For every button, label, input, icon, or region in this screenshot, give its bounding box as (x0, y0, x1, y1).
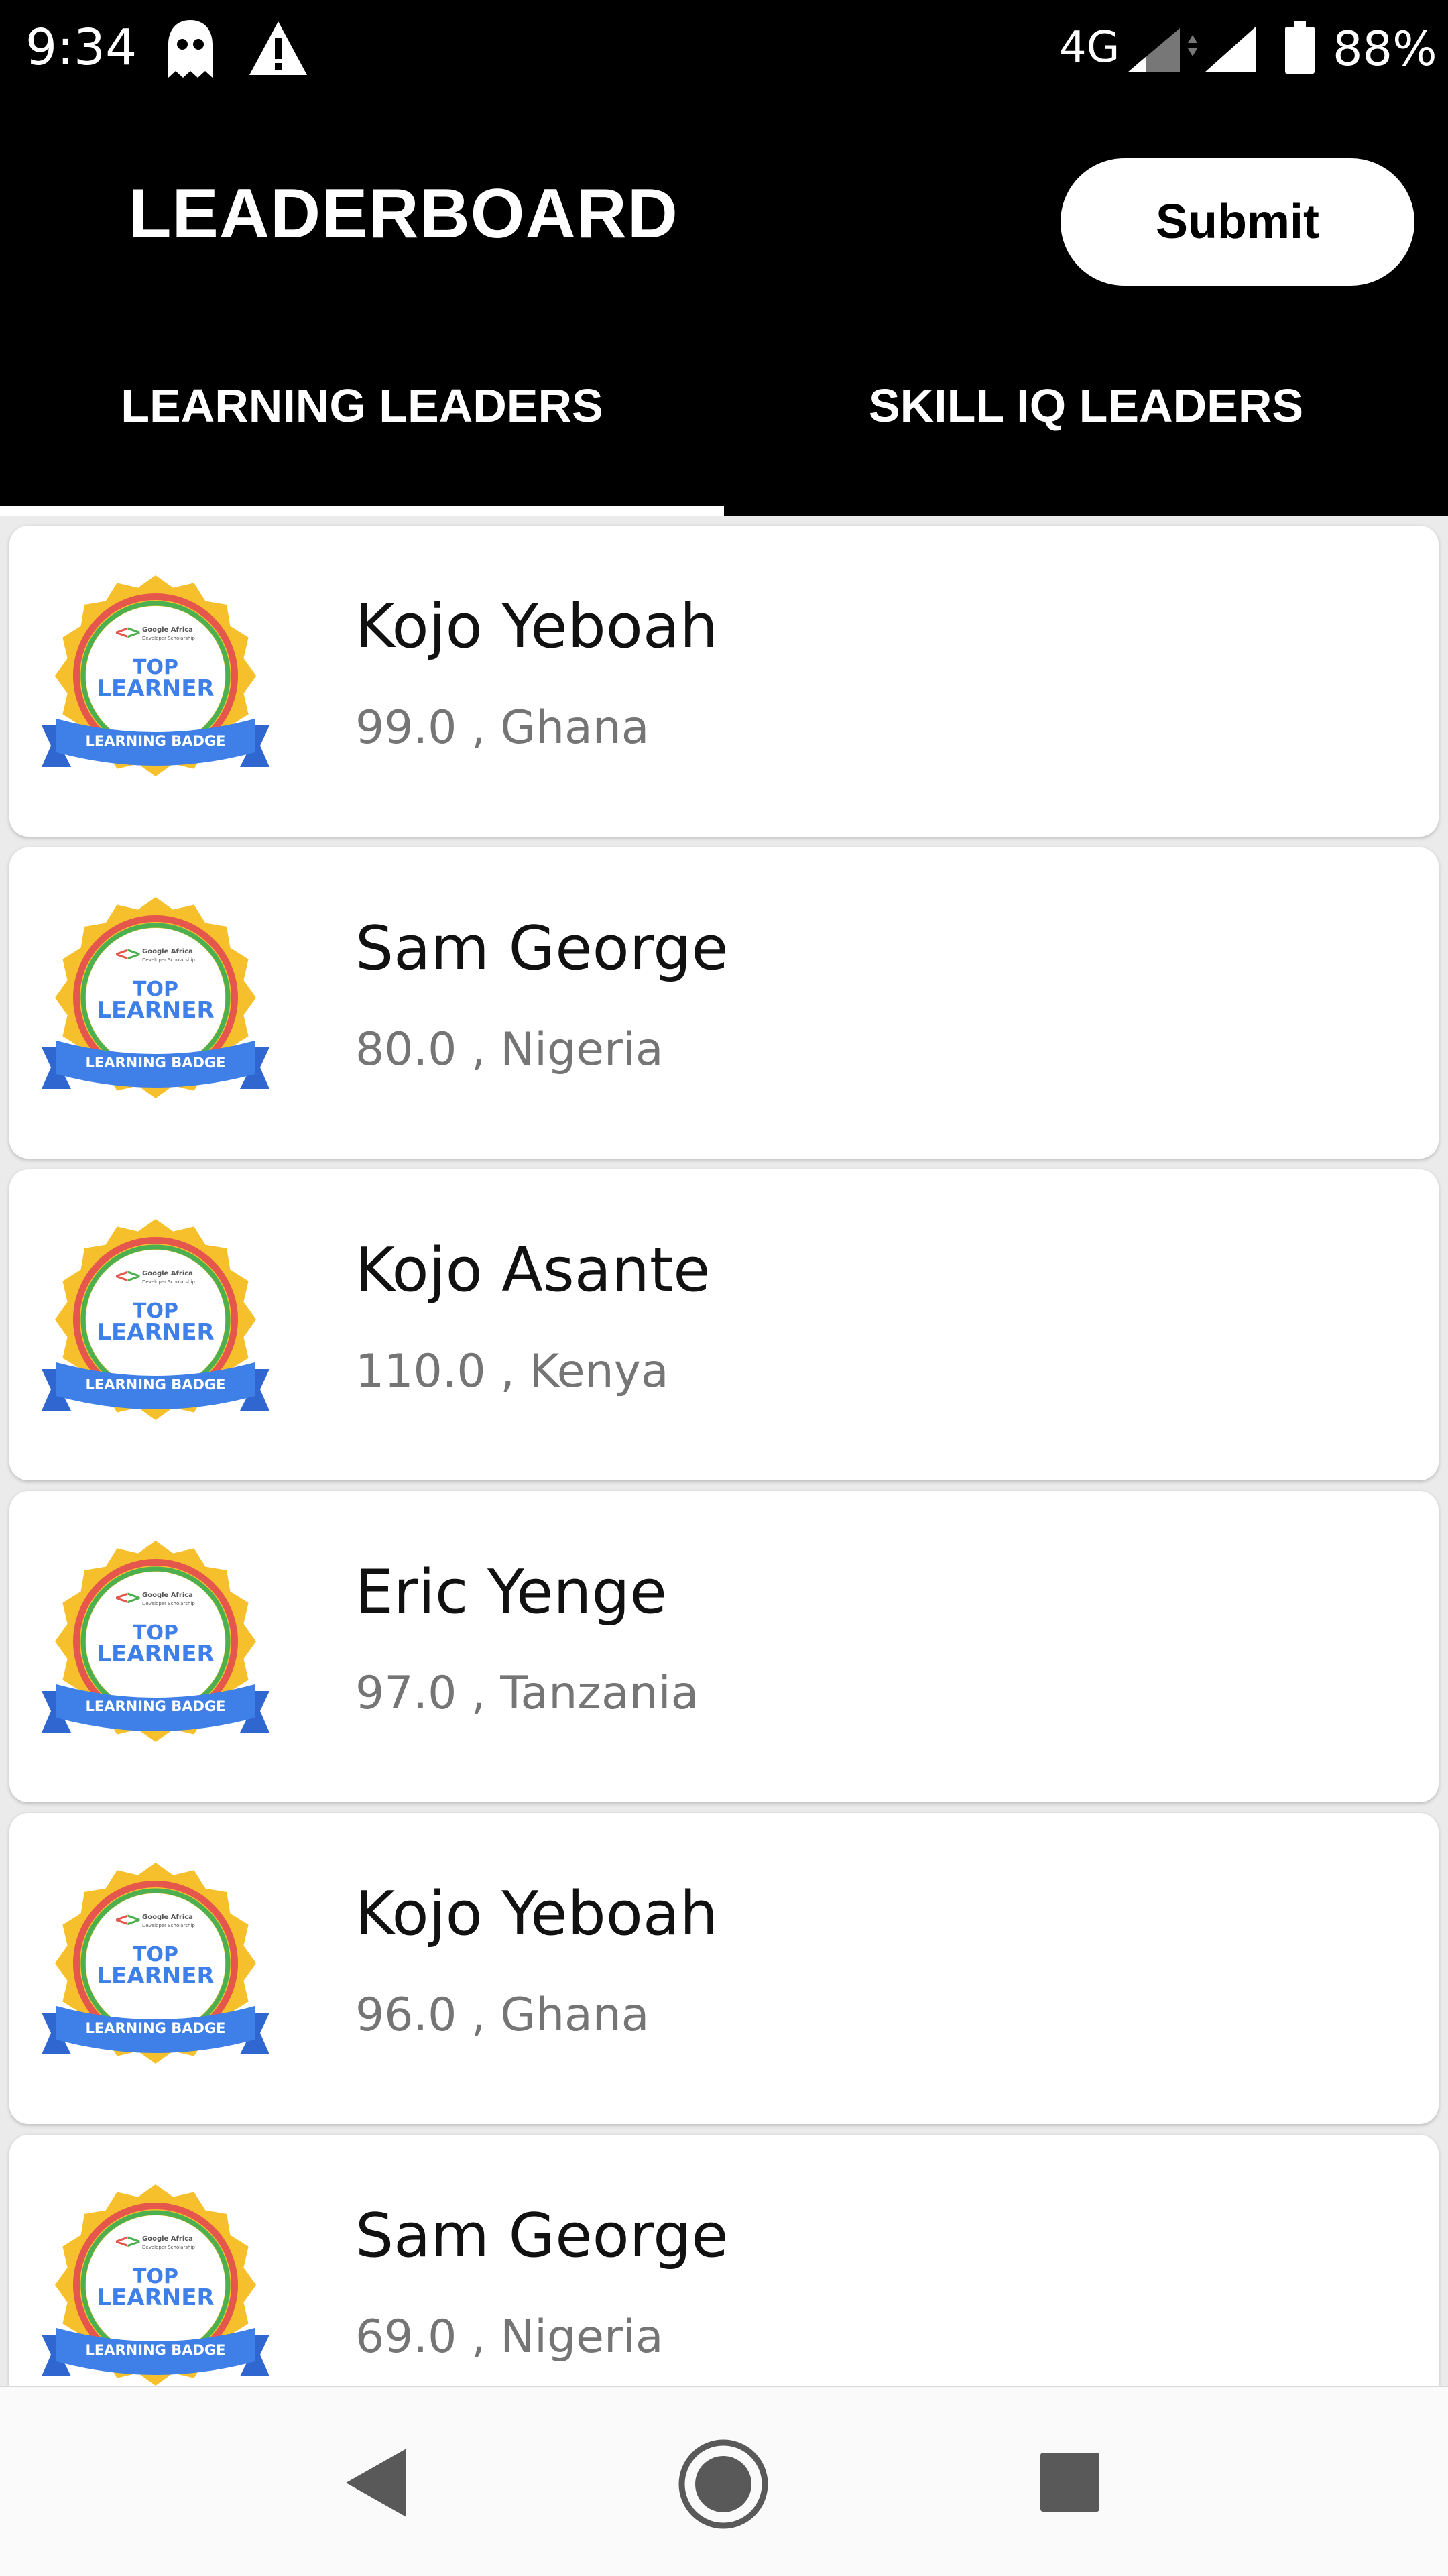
svg-text:LEARNING BADGE: LEARNING BADGE (86, 2342, 226, 2358)
navigation-bar (0, 2386, 1448, 2576)
cell-signal-icon (1128, 28, 1197, 72)
leader-card[interactable]: < > Google Africa Developer Scholarship … (9, 526, 1439, 837)
svg-text:LEARNER: LEARNER (97, 997, 214, 1024)
leader-card[interactable]: < > Google Africa Developer Scholarship … (9, 1491, 1439, 1802)
svg-text:Developer Scholarship: Developer Scholarship (142, 2245, 195, 2250)
ghost-icon (168, 20, 213, 78)
leader-score-country: 80.0 , Nigeria (355, 1023, 664, 1076)
warning-icon (249, 21, 307, 75)
tab-indicator (0, 506, 724, 516)
svg-text:Google Africa: Google Africa (142, 948, 193, 955)
svg-text:LEARNER: LEARNER (97, 1641, 214, 1667)
svg-text:LEARNING BADGE: LEARNING BADGE (86, 733, 226, 749)
leader-score-country: 99.0 , Ghana (355, 701, 650, 754)
battery-percent: 88% (1333, 21, 1437, 76)
leader-score-country: 69.0 , Nigeria (355, 2310, 664, 2363)
svg-text:LEARNER: LEARNER (97, 1319, 214, 1346)
top-learner-badge-icon: < > Google Africa Developer Scholarship … (42, 2184, 269, 2386)
leader-name: Sam George (355, 913, 729, 984)
svg-text:>: > (126, 1586, 141, 1608)
tab-skill-iq-leaders[interactable]: SKILL IQ LEADERS (724, 339, 1448, 473)
svg-text:Developer Scholarship: Developer Scholarship (142, 957, 195, 963)
svg-text:Developer Scholarship: Developer Scholarship (142, 1601, 195, 1606)
leader-score-country: 96.0 , Ghana (355, 1989, 650, 2042)
top-learner-badge-icon: < > Google Africa Developer Scholarship … (42, 1863, 269, 2064)
top-learner-badge-icon: < > Google Africa Developer Scholarship … (42, 1541, 269, 1742)
leader-card[interactable]: < > Google Africa Developer Scholarship … (9, 2135, 1439, 2386)
leader-list[interactable]: < > Google Africa Developer Scholarship … (0, 516, 1448, 2386)
wifi-signal-icon (1205, 27, 1256, 72)
svg-text:Developer Scholarship: Developer Scholarship (142, 636, 195, 641)
status-bar: 9:34 4G 88% (0, 0, 1448, 101)
svg-text:Google Africa: Google Africa (142, 1592, 193, 1599)
leader-card[interactable]: < > Google Africa Developer Scholarship … (9, 1813, 1439, 2124)
leader-name: Sam George (355, 2201, 729, 2271)
top-learner-badge-icon: < > Google Africa Developer Scholarship … (42, 575, 269, 776)
svg-text:LEARNING BADGE: LEARNING BADGE (86, 1377, 226, 1393)
svg-text:>: > (126, 1265, 141, 1287)
svg-text:Google Africa: Google Africa (142, 1270, 193, 1277)
svg-text:>: > (126, 1908, 141, 1930)
status-right-group: 4G 88% (979, 0, 1448, 101)
svg-text:Developer Scholarship: Developer Scholarship (142, 1279, 195, 1285)
svg-text:LEARNER: LEARNER (97, 1963, 214, 1989)
top-learner-badge-icon: < > Google Africa Developer Scholarship … (42, 897, 269, 1098)
svg-text:LEARNING BADGE: LEARNING BADGE (86, 1698, 226, 1714)
battery-icon (1285, 21, 1315, 74)
leader-name: Kojo Yeboah (355, 591, 719, 662)
network-type: 4G (1059, 23, 1120, 72)
svg-text:LEARNER: LEARNER (97, 2284, 214, 2311)
svg-text:Google Africa: Google Africa (142, 626, 193, 634)
leader-card[interactable]: < > Google Africa Developer Scholarship … (9, 847, 1439, 1159)
back-icon[interactable] (342, 2446, 409, 2520)
page-title: LEADERBOARD (129, 175, 678, 253)
svg-text:Google Africa: Google Africa (142, 1914, 193, 1921)
submit-button[interactable]: Submit (1061, 158, 1414, 286)
svg-text:LEARNER: LEARNER (97, 675, 214, 702)
svg-text:Developer Scholarship: Developer Scholarship (142, 1923, 195, 1928)
svg-text:>: > (126, 621, 141, 643)
home-icon[interactable] (677, 2438, 770, 2530)
leader-card[interactable]: < > Google Africa Developer Scholarship … (9, 1169, 1439, 1480)
leader-name: Kojo Asante (355, 1235, 711, 1305)
tab-learning-leaders[interactable]: LEARNING LEADERS (0, 339, 724, 473)
leader-score-country: 110.0 , Kenya (355, 1345, 669, 1398)
status-time: 9:34 (25, 19, 137, 76)
svg-text:LEARNING BADGE: LEARNING BADGE (86, 1055, 226, 1071)
recents-icon[interactable] (1039, 2451, 1101, 2513)
svg-text:>: > (126, 943, 141, 965)
leader-score-country: 97.0 , Tanzania (355, 1667, 699, 1720)
svg-text:>: > (126, 2230, 141, 2252)
app-bar: LEADERBOARD Submit LEARNING LEADERS SKIL… (0, 101, 1448, 516)
svg-text:LEARNING BADGE: LEARNING BADGE (86, 2020, 226, 2036)
leader-name: Eric Yenge (355, 1557, 667, 1627)
leader-name: Kojo Yeboah (355, 1879, 719, 1949)
top-learner-badge-icon: < > Google Africa Developer Scholarship … (42, 1219, 269, 1420)
svg-text:Google Africa: Google Africa (142, 2235, 193, 2243)
